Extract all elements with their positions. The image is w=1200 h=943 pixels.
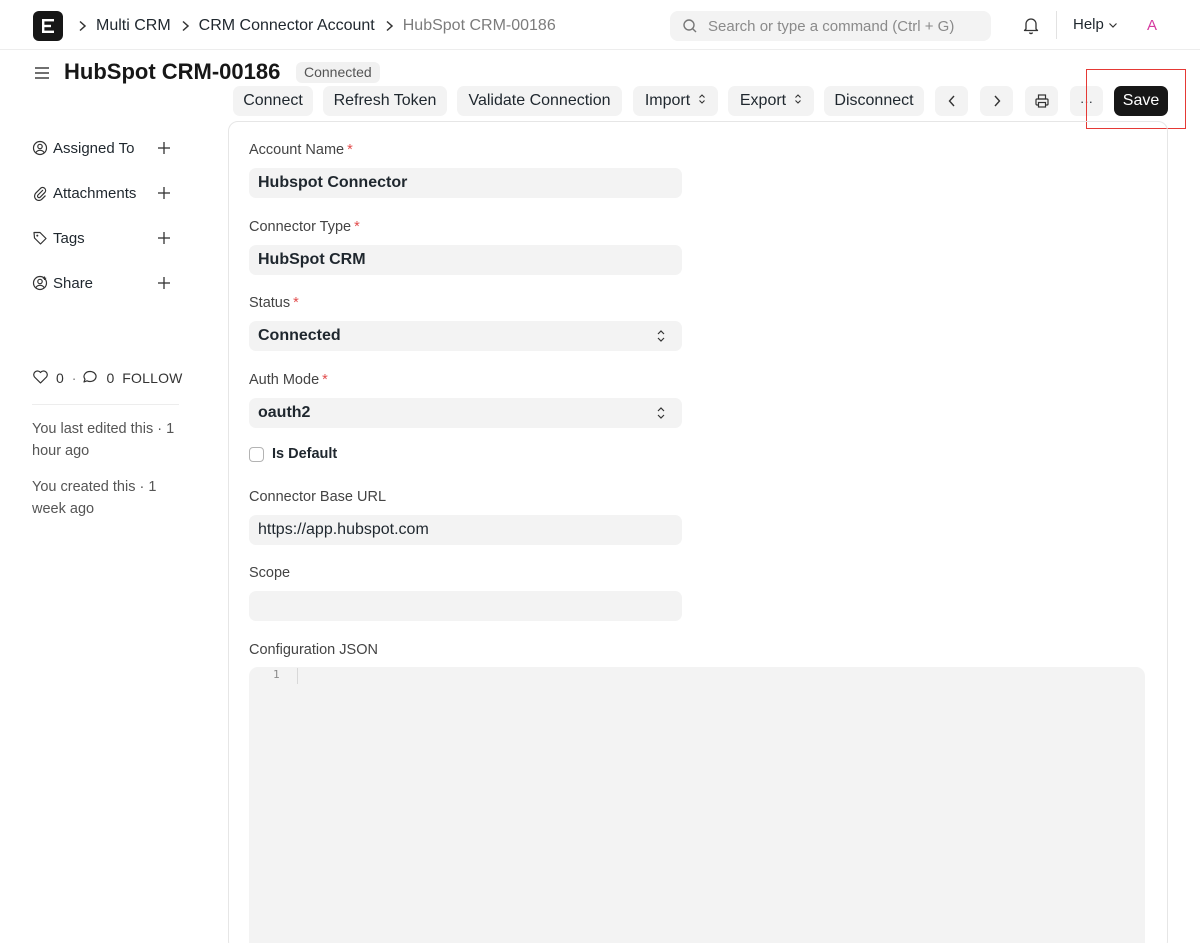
sidebar-toggle-menu-icon[interactable] xyxy=(33,64,51,82)
account-name-label: Account Name * xyxy=(249,142,353,158)
heart-icon[interactable] xyxy=(32,369,49,388)
help-dropdown[interactable]: Help xyxy=(1073,16,1118,33)
export-label: Export xyxy=(739,92,787,109)
chevron-left-icon xyxy=(948,95,955,107)
save-button[interactable]: Save xyxy=(1114,86,1168,116)
connector-type-label-text: Connector Type xyxy=(249,219,352,235)
social-actions: 0 · 0 FOLLOW xyxy=(32,368,183,388)
add-assignee-plus-icon[interactable] xyxy=(156,140,172,156)
search-bar[interactable] xyxy=(670,11,991,41)
connector-base-url-label: Connector Base URL xyxy=(249,489,387,505)
required-asterisk: * xyxy=(293,295,299,311)
chevron-right-icon xyxy=(181,16,199,36)
auth-mode-select[interactable]: oauth2 xyxy=(249,398,682,428)
timeline-created: You created this · 1 week ago xyxy=(32,479,157,517)
validate-connection-button[interactable]: Validate Connection xyxy=(457,86,622,116)
navbar-divider xyxy=(1056,11,1057,39)
scope-field[interactable] xyxy=(249,591,682,621)
editor-cursor xyxy=(297,668,298,684)
breadcrumb-current-record[interactable]: HubSpot CRM-00186 xyxy=(403,17,556,35)
logo-icon xyxy=(42,19,54,33)
connect-button[interactable]: Connect xyxy=(233,86,313,116)
auth-mode-label-text: Auth Mode xyxy=(249,372,320,388)
status-label: Status * xyxy=(249,295,299,311)
sidebar-item-label: Attachments xyxy=(53,184,137,202)
search-icon xyxy=(683,19,697,33)
chevron-right-icon xyxy=(993,95,1000,107)
scope-label: Scope xyxy=(249,565,291,581)
auth-mode-select-value: oauth2 xyxy=(258,404,311,421)
previous-record-button[interactable] xyxy=(935,86,968,116)
add-attachment-plus-icon[interactable] xyxy=(156,185,172,201)
connector-type-label: Connector Type * xyxy=(249,219,360,235)
comment-icon[interactable] xyxy=(82,369,99,388)
breadcrumb-crm-connector-account[interactable]: CRM Connector Account xyxy=(199,17,375,35)
auth-mode-label: Auth Mode * xyxy=(249,372,328,388)
breadcrumb: Multi CRM CRM Connector Account HubSpot … xyxy=(78,16,566,36)
connector-base-url-field[interactable]: https://app.hubspot.com xyxy=(249,515,682,545)
breadcrumb-multi-crm[interactable]: Multi CRM xyxy=(96,17,171,35)
account-name-field[interactable]: Hubspot Connector xyxy=(249,168,682,198)
status-label-text: Status xyxy=(249,295,291,311)
chevron-down-icon xyxy=(1108,22,1117,28)
required-asterisk: * xyxy=(347,142,353,158)
sidebar-item-label: Share xyxy=(53,274,94,292)
connector-type-field[interactable]: HubSpot CRM xyxy=(249,245,682,275)
add-tag-plus-icon[interactable] xyxy=(156,230,172,246)
status-select-value: Connected xyxy=(258,327,341,344)
paperclip-icon xyxy=(32,185,48,201)
page-title: HubSpot CRM-00186 xyxy=(64,59,281,84)
chevron-right-icon xyxy=(385,16,403,36)
sidebar-item-assigned-to[interactable]: Assigned To xyxy=(32,137,178,159)
printer-icon xyxy=(1034,94,1049,108)
sidebar-item-label: Assigned To xyxy=(53,139,135,157)
status-select[interactable]: Connected xyxy=(249,321,682,351)
account-name-label-text: Account Name xyxy=(249,142,345,158)
navbar: Multi CRM CRM Connector Account HubSpot … xyxy=(0,0,1200,50)
is-default-row[interactable]: Is Default xyxy=(249,446,337,462)
help-label: Help xyxy=(1073,16,1104,33)
disconnect-button[interactable]: Disconnect xyxy=(824,86,924,116)
separator-dot: · xyxy=(71,370,77,386)
print-button[interactable] xyxy=(1025,86,1058,116)
follow-button[interactable]: FOLLOW xyxy=(122,370,182,386)
sidebar-item-label: Tags xyxy=(53,229,85,247)
notification-bell-icon[interactable] xyxy=(1021,15,1041,35)
updown-chevron-icon xyxy=(794,92,802,110)
tag-icon xyxy=(32,230,48,246)
configuration-json-editor[interactable] xyxy=(249,667,1145,943)
configuration-json-label: Configuration JSON xyxy=(249,642,378,658)
avatar[interactable]: A xyxy=(1141,15,1163,37)
required-asterisk: * xyxy=(354,219,360,235)
timeline-last-edited: You last edited this · 1 hour ago xyxy=(32,421,175,459)
import-label: Import xyxy=(644,92,691,109)
user-circle-icon xyxy=(32,140,48,156)
is-default-checkbox[interactable] xyxy=(249,446,264,462)
add-share-plus-icon[interactable] xyxy=(156,275,172,291)
sidebar-item-share[interactable]: Share xyxy=(32,272,178,294)
search-input[interactable] xyxy=(708,17,988,35)
import-dropdown-button[interactable]: Import xyxy=(633,86,718,116)
app-logo[interactable] xyxy=(33,11,63,41)
line-number: 1 xyxy=(273,668,280,681)
sidebar-divider xyxy=(32,404,179,405)
chevron-right-icon xyxy=(78,16,96,36)
sidebar-item-attachments[interactable]: Attachments xyxy=(32,182,178,204)
refresh-token-button[interactable]: Refresh Token xyxy=(323,86,447,116)
comment-count: 0 xyxy=(106,370,115,386)
more-actions-button[interactable]: ··· xyxy=(1070,86,1103,116)
updown-chevron-icon xyxy=(656,405,666,421)
next-record-button[interactable] xyxy=(980,86,1013,116)
required-asterisk: * xyxy=(322,372,328,388)
updown-chevron-icon xyxy=(656,328,666,344)
is-default-label: Is Default xyxy=(272,446,338,462)
export-dropdown-button[interactable]: Export xyxy=(728,86,814,116)
sidebar-item-tags[interactable]: Tags xyxy=(32,227,178,249)
like-count: 0 xyxy=(56,370,64,386)
updown-chevron-icon xyxy=(698,92,706,110)
status-badge: Connected xyxy=(296,62,380,83)
share-user-icon xyxy=(32,275,48,291)
